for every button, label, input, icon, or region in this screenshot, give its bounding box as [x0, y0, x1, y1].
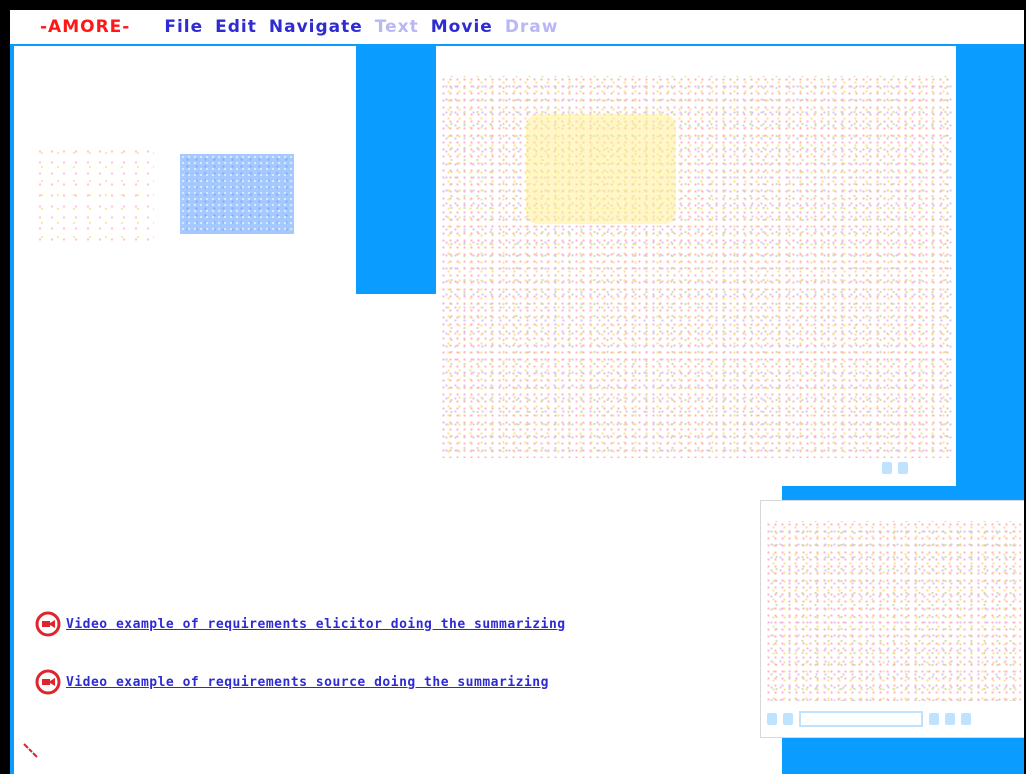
menu-movie[interactable]: Movie — [431, 17, 493, 37]
step-back-icon[interactable] — [882, 462, 892, 474]
step-forward-icon[interactable] — [945, 713, 955, 725]
volume-icon[interactable] — [767, 713, 777, 725]
link-row-source[interactable]: Video example of requirements source doi… — [34, 668, 549, 696]
video-link-source[interactable]: Video example of requirements source doi… — [66, 675, 549, 690]
link-row-elicitor[interactable]: Video example of requirements elicitor d… — [34, 610, 566, 638]
desktop: -AMORE- File Edit Navigate Text Movie Dr… — [10, 10, 1024, 774]
step-forward-icon[interactable] — [898, 462, 908, 474]
menu-bar: -AMORE- File Edit Navigate Text Movie Dr… — [10, 10, 1024, 44]
movie-frame-large[interactable] — [440, 76, 952, 458]
blue-thumbnail[interactable] — [180, 154, 294, 234]
video-play-icon[interactable] — [34, 668, 62, 696]
movie-frame-small[interactable] — [765, 521, 1021, 701]
movie-controls-small — [767, 711, 971, 727]
video-link-elicitor[interactable]: Video example of requirements elicitor d… — [66, 617, 566, 632]
menu-draw: Draw — [504, 17, 559, 37]
resize-handle-icon[interactable] — [22, 740, 42, 760]
resize-icon[interactable] — [961, 713, 971, 725]
menu-text: Text — [374, 17, 419, 37]
movie-window-large — [436, 46, 956, 486]
movie-highlight — [526, 114, 676, 224]
faded-thumbnail — [34, 146, 154, 246]
movie-window-small — [760, 500, 1024, 738]
menu-file[interactable]: File — [164, 17, 203, 37]
menu-edit[interactable]: Edit — [215, 17, 257, 37]
movie-controls-large — [882, 462, 908, 474]
video-play-icon[interactable] — [34, 610, 62, 638]
thumbnail-panel — [14, 46, 356, 294]
step-back-icon[interactable] — [929, 713, 939, 725]
movie-progress-slider[interactable] — [799, 711, 923, 727]
play-icon[interactable] — [783, 713, 793, 725]
app-name[interactable]: -AMORE- — [40, 17, 130, 37]
menu-navigate[interactable]: Navigate — [269, 17, 363, 37]
